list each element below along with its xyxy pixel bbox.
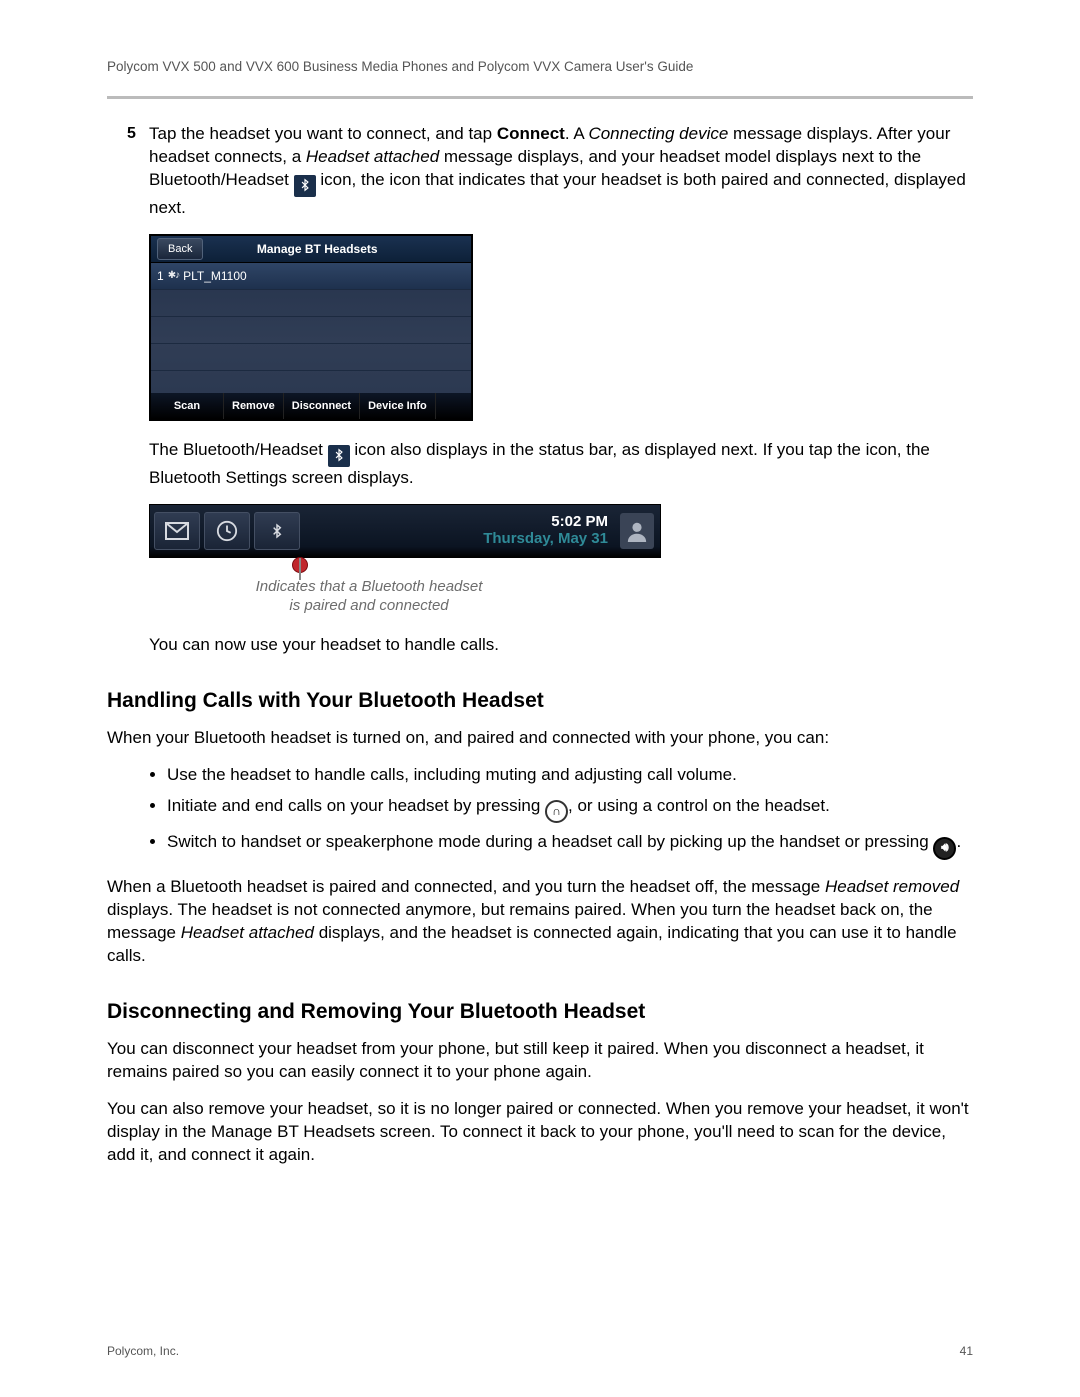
bullet: Switch to handset or speakerphone mode d… — [167, 831, 973, 860]
headset-list-row: 1 ✱♪ PLT_M1100 — [151, 263, 471, 290]
manage-bt-headsets-screenshot: Back Manage BT Headsets 1 ✱♪ PLT_M1100 S… — [149, 234, 473, 421]
avatar-icon — [620, 513, 654, 549]
callout-pin — [292, 557, 308, 573]
envelope-icon — [154, 512, 200, 550]
running-head: Polycom VVX 500 and VVX 600 Business Med… — [107, 58, 973, 76]
heading-handling-calls: Handling Calls with Your Bluetooth Heads… — [107, 687, 973, 715]
para-use-headset: You can now use your headset to handle c… — [149, 634, 973, 657]
footer-company: Polycom, Inc. — [107, 1343, 179, 1359]
step-number: 5 — [127, 123, 136, 145]
para-headset-removed: When a Bluetooth headset is paired and c… — [107, 876, 973, 968]
disconnect-button: Disconnect — [284, 393, 360, 419]
status-time: 5:02 PM — [300, 514, 608, 531]
para-disc1: You can disconnect your headset from you… — [107, 1038, 973, 1084]
step-text: Tap the headset you want to connect, and… — [149, 123, 973, 220]
scan-button: Scan — [151, 393, 224, 419]
clock-icon — [204, 512, 250, 550]
headset-button-icon: ∩ — [545, 800, 568, 823]
para-status-icon: The Bluetooth/Headset icon also displays… — [149, 439, 973, 490]
footer-page-number: 41 — [960, 1343, 973, 1359]
bluetooth-headset-icon — [294, 175, 316, 197]
para-handling-intro: When your Bluetooth headset is turned on… — [107, 727, 973, 750]
bullet: Use the headset to handle calls, includi… — [167, 764, 973, 787]
status-bar-screenshot: 5:02 PM Thursday, May 31 Indicates that … — [149, 504, 661, 616]
para-disc2: You can also remove your headset, so it … — [107, 1098, 973, 1167]
status-date: Thursday, May 31 — [300, 531, 608, 548]
bluetooth-headset-icon — [328, 445, 350, 467]
bullet: Initiate and end calls on your headset b… — [167, 795, 973, 823]
remove-button: Remove — [224, 393, 284, 419]
bluetooth-headset-icon: ✱♪ — [168, 269, 179, 283]
device-info-button: Device Info — [360, 393, 436, 419]
heading-disconnecting: Disconnecting and Removing Your Bluetoot… — [107, 998, 973, 1026]
screen-title: Manage BT Headsets — [163, 241, 471, 257]
bluetooth-headset-icon — [254, 512, 300, 550]
caption: Indicates that a Bluetooth headsetis pai… — [209, 577, 529, 616]
speaker-button-icon: 🔊︎ — [933, 837, 956, 860]
header-rule — [107, 96, 973, 99]
